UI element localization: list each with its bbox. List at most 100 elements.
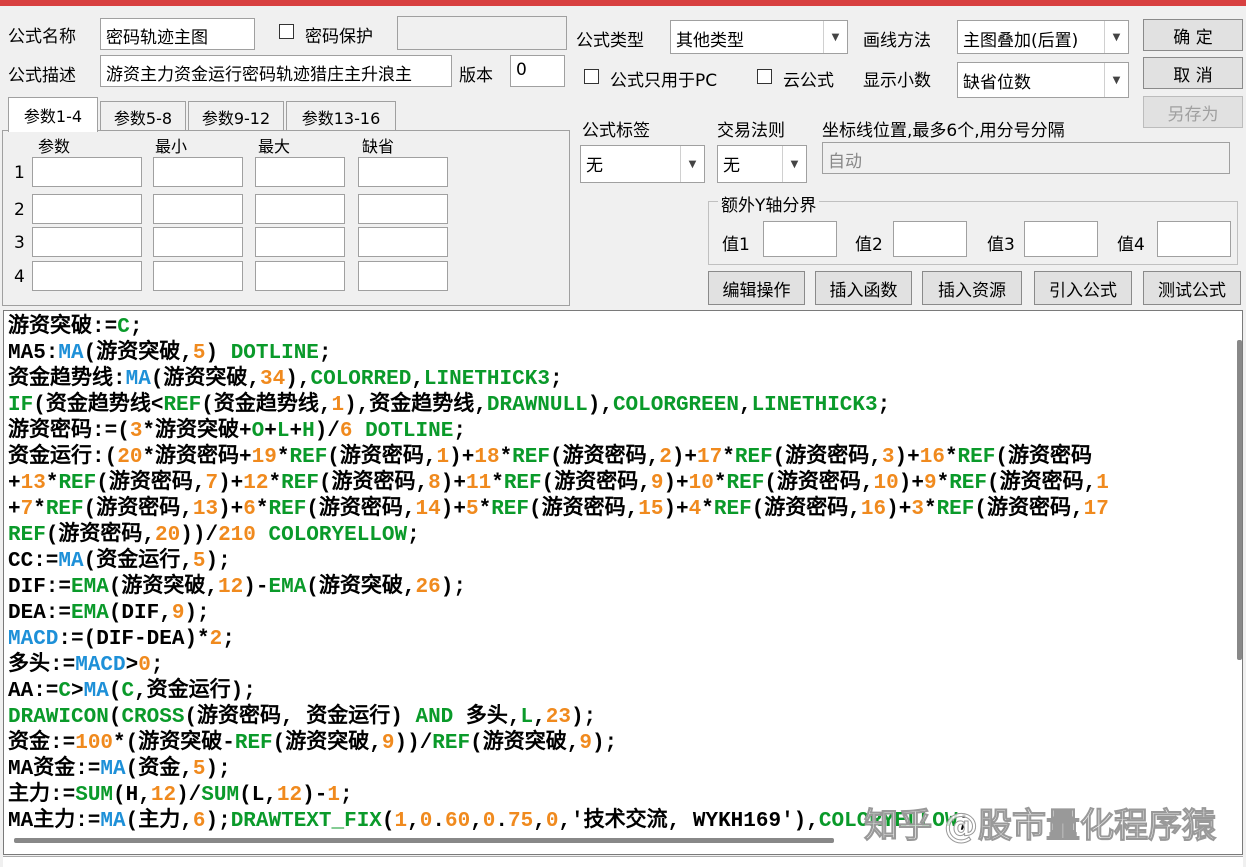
code-token: + <box>264 420 277 443</box>
code-token: C <box>58 680 72 703</box>
code-token: 12 <box>276 784 303 807</box>
cloud-formula-checkbox[interactable] <box>757 69 772 84</box>
code-token: 6 <box>243 498 256 521</box>
code-token: 资金:= <box>8 732 76 755</box>
param-max-input[interactable] <box>255 261 345 291</box>
save-as-button[interactable]: 另存为 <box>1143 96 1243 128</box>
code-token: 14 <box>415 498 441 521</box>
formula-name-input[interactable]: 密码轨迹主图 <box>100 18 255 50</box>
code-token: 8 <box>428 472 441 495</box>
code-token: 12 <box>243 472 269 495</box>
param-max-input[interactable] <box>255 194 345 224</box>
vertical-scrollbar[interactable] <box>1237 340 1242 660</box>
param-name-input[interactable] <box>32 261 142 291</box>
code-token: 60 <box>444 810 471 833</box>
draw-method-label: 画线方法 <box>863 31 931 51</box>
y-value-input[interactable] <box>893 221 967 257</box>
code-line: DRAWICON(CROSS(游资密码, 资金运行) AND 多头,L,23); <box>8 705 1109 731</box>
draw-method-select[interactable]: 主图叠加(后置) ▼ <box>957 20 1129 54</box>
code-token: (资金趋势线, <box>201 394 332 417</box>
code-token: ; <box>222 628 235 651</box>
code-token: 5 <box>465 498 479 521</box>
horizontal-scrollbar[interactable] <box>14 838 834 843</box>
y-value-input[interactable] <box>763 221 837 257</box>
y-value-label: 值2 <box>855 235 883 255</box>
action-button-3[interactable]: 引入公式 <box>1034 271 1132 305</box>
chevron-down-icon: ▼ <box>782 146 806 182</box>
code-token: REF <box>491 498 530 521</box>
code-token: (游资突破, <box>108 576 219 599</box>
param-default-input[interactable] <box>358 227 448 257</box>
code-token: )+ <box>894 446 920 469</box>
ok-button[interactable]: 确 定 <box>1143 19 1243 51</box>
tab-params-1-4[interactable]: 参数1-4 <box>8 97 98 132</box>
code-token: 6 <box>192 810 206 833</box>
code-token: (H, <box>113 784 151 807</box>
param-name-input[interactable] <box>32 194 142 224</box>
code-token: ); <box>570 706 597 729</box>
param-name-input[interactable] <box>32 157 142 187</box>
code-token: 2 <box>209 628 223 651</box>
param-name-input[interactable] <box>32 227 142 257</box>
decimal-select[interactable]: 缺省位数 ▼ <box>957 62 1129 98</box>
code-token: (游资密码, <box>529 498 639 521</box>
code-token: 16 <box>860 498 887 521</box>
password-input[interactable] <box>397 16 567 50</box>
param-default-input[interactable] <box>358 194 448 224</box>
action-button-2[interactable]: 插入资源 <box>922 271 1022 305</box>
code-token: )+ <box>898 472 924 495</box>
code-line: DEA:=EMA(DIF,9); <box>8 601 1109 627</box>
code-token: (游资密码, <box>306 498 416 521</box>
code-token: + <box>8 472 21 495</box>
axis-position-input[interactable]: 自动 <box>822 142 1230 174</box>
version-label: 版本 <box>459 66 493 86</box>
code-token: ; <box>877 394 891 417</box>
code-token: REF <box>281 472 319 495</box>
tab-params-9-12[interactable]: 参数9-12 <box>188 101 284 131</box>
code-editor[interactable]: 游资突破:=C; MA5:MA(游资突破,5) DOTLINE; 资金趋势线:MA(… <box>3 310 1243 855</box>
code-token: )+ <box>218 498 244 521</box>
param-min-input[interactable] <box>153 194 243 224</box>
code-token: *(游资突破- <box>113 732 235 755</box>
param-min-input[interactable] <box>153 227 243 257</box>
tab-params-13-16[interactable]: 参数13-16 <box>286 101 396 131</box>
y-value-label: 值3 <box>987 235 1015 255</box>
pc-only-checkbox[interactable] <box>584 69 599 84</box>
y-value-input[interactable] <box>1157 221 1231 257</box>
code-token: (游资密码, <box>772 446 882 469</box>
code-token: ,资金运行); <box>134 680 256 703</box>
code-token: MA <box>100 810 126 833</box>
code-token: * <box>33 498 46 521</box>
password-protect-checkbox[interactable] <box>279 24 294 39</box>
y-value-input[interactable] <box>1024 221 1098 257</box>
formula-type-select[interactable]: 其他类型 ▼ <box>670 20 848 54</box>
code-token: ; <box>339 784 353 807</box>
formula-desc-label: 公式描述 <box>8 66 76 86</box>
code-token: C <box>117 316 130 339</box>
axis-position-label: 坐标线位置,最多6个,用分号分隔 <box>822 121 1065 141</box>
action-button-4[interactable]: 测试公式 <box>1143 271 1241 305</box>
code-token: ), <box>587 394 613 417</box>
cancel-button[interactable]: 取 消 <box>1143 57 1243 89</box>
param-default-input[interactable] <box>358 261 448 291</box>
code-token: (游资密码, <box>45 524 156 547</box>
version-input[interactable]: 0 <box>510 55 565 87</box>
action-button-1[interactable]: 插入函数 <box>815 271 912 305</box>
code-token: * <box>276 446 290 469</box>
param-default-input[interactable] <box>358 157 448 187</box>
param-max-input[interactable] <box>255 227 345 257</box>
code-token: 9 <box>650 472 664 495</box>
formula-tag-select[interactable]: 无 ▼ <box>580 145 705 183</box>
code-content[interactable]: 游资突破:=C; MA5:MA(游资突破,5) DOTLINE; 资金趋势线:MA(… <box>8 315 1109 835</box>
code-token: 2 <box>659 446 672 469</box>
param-min-input[interactable] <box>153 157 243 187</box>
param-max-input[interactable] <box>255 157 345 187</box>
param-min-input[interactable] <box>153 261 243 291</box>
code-token: , <box>533 810 546 833</box>
code-token: MA5: <box>8 342 59 365</box>
code-token: > <box>125 654 139 677</box>
formula-desc-input[interactable]: 游资主力资金运行密码轨迹猎庄主升浪主 <box>100 55 452 87</box>
action-button-0[interactable]: 编辑操作 <box>708 271 805 305</box>
tab-params-5-8[interactable]: 参数5-8 <box>100 101 186 131</box>
trade-rule-select[interactable]: 无 ▼ <box>717 145 807 183</box>
